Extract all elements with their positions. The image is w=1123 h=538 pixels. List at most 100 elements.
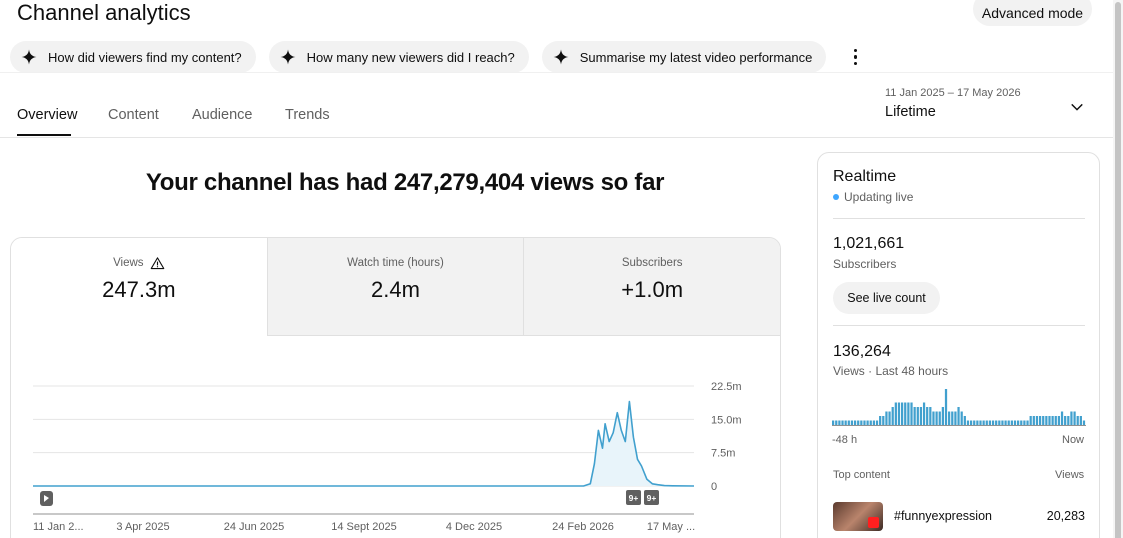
realtime-bar <box>966 420 970 425</box>
realtime-bar <box>863 420 866 425</box>
x-tick-label: 17 May ... <box>647 521 695 533</box>
realtime-bar <box>938 411 941 425</box>
realtime-bar <box>1082 420 1086 425</box>
see-live-count-button[interactable]: See live count <box>833 282 940 314</box>
subscriber-label: Subscribers <box>833 257 897 271</box>
x-tick-label: 11 Jan 2... <box>33 521 84 533</box>
page-scrollbar[interactable] <box>1113 0 1123 538</box>
realtime-bar <box>1038 416 1042 425</box>
realtime-axis-start: -48 h <box>832 434 858 446</box>
live-status: Updating live <box>833 190 913 204</box>
realtime-bar <box>841 420 844 425</box>
realtime-bar <box>875 420 879 425</box>
realtime-bar <box>866 420 869 425</box>
realtime-bar <box>900 402 904 425</box>
realtime-bar <box>1045 416 1048 425</box>
realtime-bar <box>832 420 835 425</box>
sparkle-icon <box>553 49 569 65</box>
scrollbar-thumb[interactable] <box>1115 2 1121 538</box>
x-tick-label: 3 Apr 2025 <box>116 521 169 533</box>
realtime-bar <box>929 407 932 425</box>
tab-content[interactable]: Content <box>108 107 159 123</box>
realtime-bar <box>954 411 957 425</box>
upload-marker-label: 9+ <box>647 493 657 503</box>
realtime-bar-chart[interactable] <box>832 383 1086 429</box>
realtime-bar <box>872 420 876 425</box>
realtime-bar <box>888 411 891 425</box>
y-tick-label: 22.5m <box>711 381 742 393</box>
video-thumbnail[interactable] <box>833 501 883 531</box>
realtime-bar <box>1051 416 1054 425</box>
tab-overview[interactable]: Overview <box>17 107 77 123</box>
realtime-bar <box>963 416 966 425</box>
realtime-bar <box>998 420 1001 425</box>
realtime-bar <box>944 389 948 425</box>
realtime-bar <box>1007 420 1010 425</box>
top-content-heading: Top content <box>833 469 890 481</box>
realtime-bar <box>951 411 954 425</box>
realtime-bar <box>1020 420 1023 425</box>
realtime-bar <box>1035 416 1039 425</box>
subscriber-count: 1,021,661 <box>833 235 905 252</box>
x-tick-label: 24 Feb 2026 <box>552 521 614 533</box>
realtime-bar <box>1064 416 1067 425</box>
realtime-axis-end: Now <box>1062 434 1085 446</box>
realtime-bar <box>1010 420 1013 425</box>
realtime-bar <box>985 420 988 425</box>
views-chart[interactable]: 22.5m 15.0m 7.5m 0 11 Jan 2... 3 Apr 2025 24 J… <box>11 238 781 538</box>
y-tick-label: 15.0m <box>711 414 742 426</box>
advanced-mode-button[interactable]: Advanced mode <box>973 0 1092 26</box>
shorts-badge-icon <box>868 516 879 528</box>
realtime-bar <box>1042 416 1045 425</box>
realtime-panel: Realtime Updating live 1,021,661 Subscri… <box>817 152 1100 538</box>
realtime-bar <box>922 402 926 425</box>
top-content-item[interactable]: #funnyexpression 20,283 <box>833 501 1085 531</box>
tab-audience[interactable]: Audience <box>192 107 252 123</box>
realtime-bar <box>916 407 919 425</box>
realtime-bar <box>857 420 860 425</box>
tab-trends[interactable]: Trends <box>285 107 330 123</box>
active-tab-indicator <box>17 134 71 136</box>
date-picker-label[interactable]: Lifetime <box>885 104 936 120</box>
realtime-bar <box>1057 416 1061 425</box>
live-dot-icon <box>833 194 839 200</box>
chip-new-viewers[interactable]: How many new viewers did I reach? <box>268 41 529 73</box>
realtime-bar <box>973 420 976 425</box>
realtime-bar <box>1067 416 1070 425</box>
realtime-bar <box>885 411 888 425</box>
realtime-bar <box>904 402 907 425</box>
chip-summarise-video[interactable]: Summarise my latest video performance <box>541 41 827 73</box>
overview-card: Views 247.3m Watch time (hours) 2.4m Sub… <box>10 237 781 538</box>
realtime-bar <box>1054 416 1057 425</box>
realtime-title: Realtime <box>833 168 897 185</box>
realtime-bar <box>847 420 850 425</box>
realtime-bar <box>988 420 992 425</box>
realtime-bar <box>957 407 960 425</box>
chip-label: Summarise my latest video performance <box>579 49 813 65</box>
realtime-bar <box>1004 420 1007 425</box>
realtime-bar <box>976 420 979 425</box>
divider <box>833 325 1085 326</box>
realtime-bar <box>835 420 838 425</box>
more-options-icon[interactable] <box>845 41 865 73</box>
realtime-bar <box>860 420 863 425</box>
chevron-down-icon[interactable] <box>1068 98 1086 116</box>
realtime-bar <box>1070 411 1073 425</box>
chip-viewers-find[interactable]: How did viewers find my content? <box>10 41 256 73</box>
realtime-views-label: Views · Last 48 hours <box>833 364 949 378</box>
realtime-views-count: 136,264 <box>833 343 891 360</box>
realtime-bar <box>932 411 935 425</box>
realtime-bar <box>935 411 938 425</box>
realtime-bar <box>850 420 854 425</box>
sparkle-icon <box>21 49 37 65</box>
realtime-bar <box>1017 420 1020 425</box>
suggestion-chips: How did viewers find my content? How man… <box>10 41 865 73</box>
live-status-text: Updating live <box>844 190 914 204</box>
realtime-bar <box>897 402 901 425</box>
top-content-views: 20,283 <box>1046 509 1085 523</box>
realtime-bar <box>969 420 973 425</box>
total-views-headline: Your channel has had 247,279,404 views s… <box>145 169 665 196</box>
views-area <box>33 401 694 486</box>
top-content-title[interactable]: #funnyexpression <box>894 509 1047 523</box>
realtime-bar <box>1023 420 1026 425</box>
